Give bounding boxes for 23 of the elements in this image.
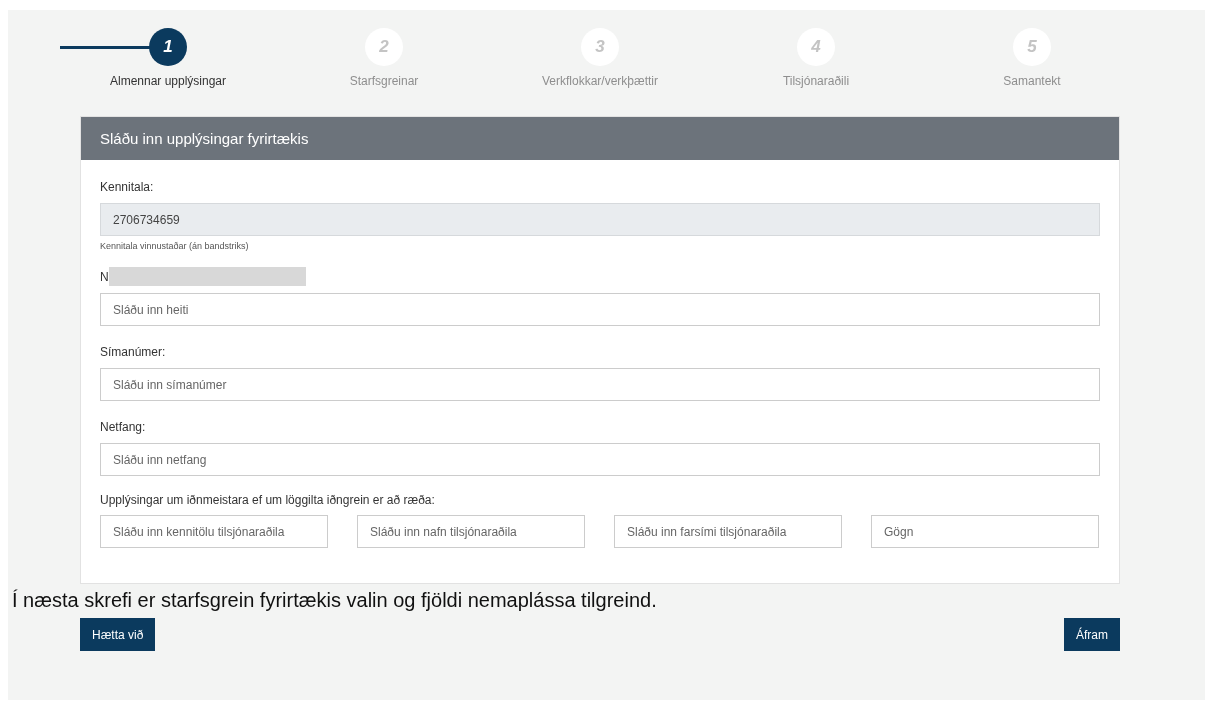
- field-label: N: [100, 269, 109, 284]
- input-field[interactable]: Sláðu inn kennitölu tilsjónaraðila: [100, 515, 328, 548]
- card-title: Sláðu inn upplýsingar fyrirtækis: [100, 130, 309, 147]
- input-field[interactable]: Sláðu inn heiti: [100, 293, 1100, 326]
- step-label: Starfsgreinar: [349, 74, 419, 88]
- step-label: Almennar upplýsingar: [109, 74, 227, 88]
- step-label: Tilsjónaraðili: [782, 74, 850, 88]
- field-label: Netfang:: [100, 419, 146, 434]
- next-button[interactable]: Áfram: [1064, 618, 1120, 651]
- cancel-button[interactable]: Hætta við: [80, 618, 156, 651]
- input-field[interactable]: Sláðu inn nafn tilsjónaraðila: [357, 515, 585, 548]
- field-label: Símanúmer:: [100, 344, 166, 359]
- input-field[interactable]: Sláðu inn símanúmer: [100, 368, 1100, 401]
- help-text: Kennitala vinnustaðar (án bandstriks): [100, 241, 250, 251]
- step-label: Verkflokkar/verkþættir: [541, 74, 658, 88]
- group-label: Upplýsingar um iðnmeistara ef um löggilta iðngrein er að ræða:: [100, 493, 436, 507]
- step-number[interactable]: 1: [149, 28, 187, 66]
- input-field[interactable]: Gögn: [871, 515, 1099, 548]
- input-field[interactable]: Sláðu inn netfang: [100, 443, 1100, 476]
- field-label: Kennitala:: [100, 179, 154, 194]
- step-label: Samantekt: [1003, 74, 1061, 88]
- caption-text: Í næsta skrefi er starfsgrein fyrirtækis valin og fjöldi nemaplássa tilgreind.: [12, 588, 657, 612]
- input-field[interactable]: Sláðu inn farsími tilsjónaraðila: [614, 515, 842, 548]
